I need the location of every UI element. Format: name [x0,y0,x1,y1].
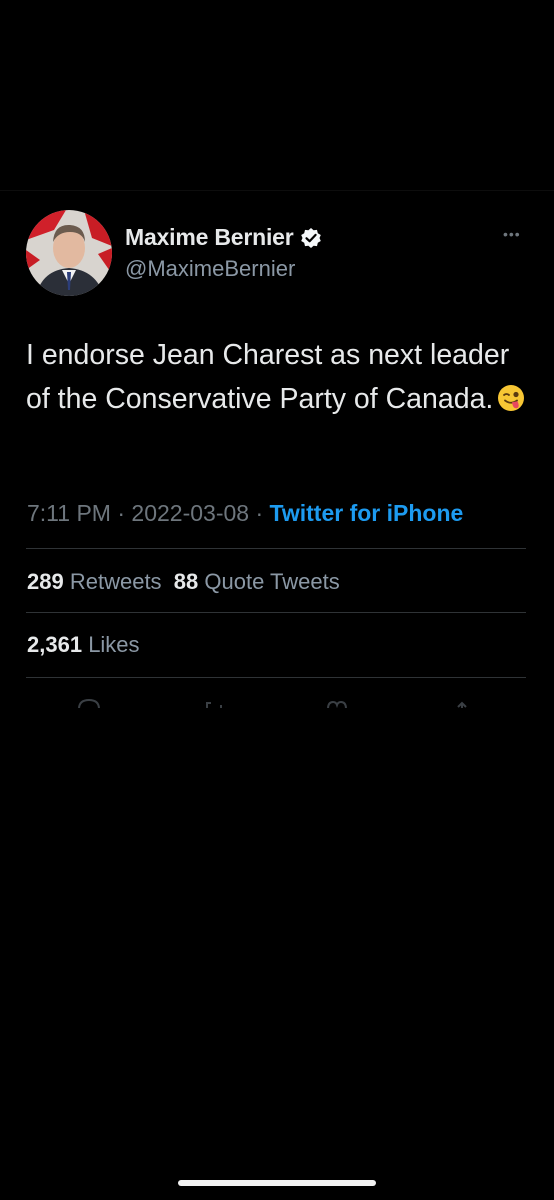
quote-tweets-label: Quote Tweets [204,569,340,594]
quote-tweets-link[interactable]: 88 Quote Tweets [174,569,340,594]
meta-separator: · [249,500,270,526]
home-indicator[interactable] [178,1180,376,1186]
divider [26,677,526,678]
retweet-icon[interactable] [201,696,227,708]
tweet-action-bar [26,690,526,710]
divider [26,548,526,549]
meta-separator: · [110,500,132,526]
likes-link[interactable]: 2,361 Likes [27,632,140,657]
reply-icon[interactable] [76,696,102,708]
divider [26,612,526,613]
like-icon[interactable] [324,696,350,708]
retweets-link[interactable]: 289 Retweets [27,569,162,594]
share-icon[interactable] [449,696,475,708]
tweet-source-link[interactable]: Twitter for iPhone [270,500,464,526]
tweet-body: I endorse Jean Charest as next leader of… [26,339,510,415]
author-display-name[interactable]: Maxime Bernier [125,224,294,251]
tweet-text: I endorse Jean Charest as next leader of… [26,333,526,421]
more-options-icon[interactable]: ••• [503,226,521,242]
tweet-metadata: 7:11 PM · 2022-03-08 · Twitter for iPhon… [27,500,463,527]
retweets-label: Retweets [69,569,162,594]
retweets-count: 289 [27,569,64,594]
retweet-stats-row: 289 Retweets 88 Quote Tweets [27,569,340,595]
author-avatar[interactable] [26,210,112,296]
winking-face-with-tongue-icon [497,381,525,411]
author-handle[interactable]: @MaximeBernier [125,256,295,282]
tweet-time[interactable]: 7:11 PM [27,500,111,526]
verified-badge-icon [300,227,322,249]
likes-stats-row: 2,361 Likes [27,632,140,658]
likes-label: Likes [88,632,140,657]
author-name-row[interactable]: Maxime Bernier [125,224,322,251]
likes-count: 2,361 [27,632,83,657]
top-divider [0,190,554,191]
tweet-date[interactable]: 2022-03-08 [131,500,249,526]
quote-tweets-count: 88 [173,569,199,594]
